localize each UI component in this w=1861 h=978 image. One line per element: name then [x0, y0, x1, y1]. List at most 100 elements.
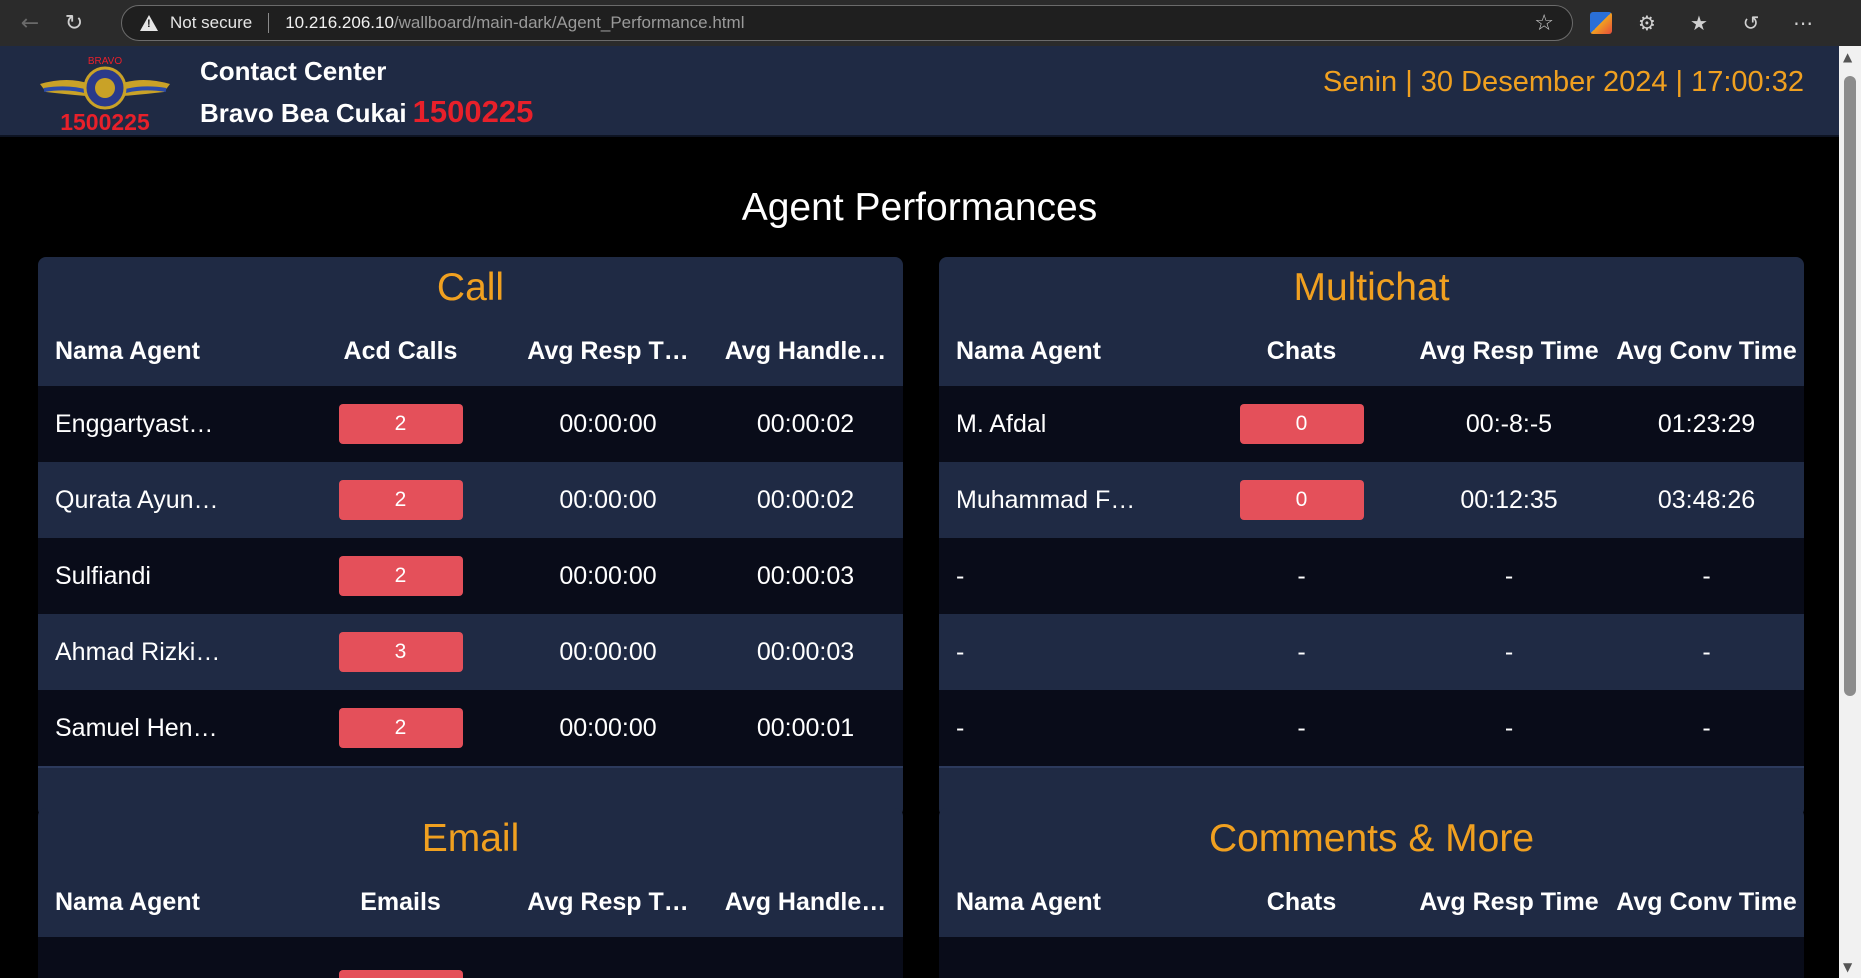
- column-header: Emails: [360, 888, 441, 916]
- wallboard-header: BRAVO 1500225 Contact Center Bravo Bea C…: [0, 46, 1839, 137]
- security-label[interactable]: Not secure: [170, 13, 252, 33]
- comments-table-header: Nama Agent Chats Avg Resp Time Avg Conv …: [939, 868, 1804, 937]
- more-menu-icon[interactable]: ⋯: [1786, 6, 1820, 40]
- column-header: Avg Resp Time: [1419, 337, 1599, 365]
- table-row: Ahmad Rizki… 3 00:00:00 00:00:03: [38, 614, 903, 690]
- column-header: Chats: [1266, 888, 1337, 916]
- avg-handle-time: 00:00:01: [756, 713, 855, 742]
- agent-name: -: [956, 637, 965, 666]
- table-row: Samuel Hen… 2 00:00:00 00:00:01: [38, 690, 903, 766]
- count-badge: 0: [1239, 404, 1364, 444]
- avg-resp-time: 00:00:00: [559, 485, 657, 514]
- column-header: Avg Handle…: [724, 337, 887, 365]
- page-scrollbar[interactable]: ▲ ▼: [1839, 46, 1861, 978]
- avg-conv-time: 01:23:29: [1657, 409, 1756, 438]
- favorite-star-icon[interactable]: ☆: [1534, 11, 1554, 36]
- avg-handle-time: 00:00:03: [756, 637, 855, 666]
- comments-panel-title: Comments & More: [1208, 817, 1535, 860]
- email-panel-title: Email: [421, 817, 520, 860]
- agent-name: Enggartyast…: [55, 409, 214, 438]
- avg-handle-time: 00:00:02: [756, 485, 855, 514]
- browser-toolbar: ← ↻ Not secure 10.216.206.10/wallboard/m…: [0, 0, 1861, 46]
- agent-name: Samuel Hen…: [55, 713, 218, 742]
- history-icon[interactable]: ↺: [1734, 6, 1768, 40]
- column-header: Avg Resp T…: [527, 337, 689, 365]
- call-panel: Call Nama Agent Acd Calls Avg Resp T… Av…: [38, 257, 903, 817]
- avg-handle-time: 00:00:02: [756, 409, 855, 438]
- column-header: Avg Resp T…: [527, 888, 689, 916]
- scroll-up-icon[interactable]: ▲: [1843, 50, 1852, 64]
- chat-count: -: [1297, 561, 1306, 590]
- chat-count: -: [1297, 637, 1306, 666]
- bravo-logo: BRAVO 1500225: [40, 56, 170, 132]
- chat-count: -: [1297, 713, 1306, 742]
- table-row: Qurata Ayun… 2 00:00:00 00:00:02: [38, 462, 903, 538]
- panel-divider: [939, 766, 1804, 768]
- avg-resp-time: -: [1504, 561, 1514, 590]
- brand-line2: Bravo Bea Cukai 1500225: [200, 94, 533, 130]
- warning-icon[interactable]: [140, 15, 158, 31]
- scroll-thumb[interactable]: [1844, 76, 1856, 696]
- scroll-down-icon[interactable]: ▼: [1843, 960, 1852, 974]
- brand-line1: Contact Center: [200, 56, 387, 86]
- favorites-icon[interactable]: ★: [1682, 6, 1716, 40]
- email-panel: Email Nama Agent Emails Avg Resp T… Avg …: [38, 808, 903, 978]
- url-host: 10.216.206.10: [285, 13, 394, 32]
- avg-resp-time: 00:00:00: [559, 713, 657, 742]
- count-badge: [338, 970, 463, 978]
- table-row: Sulfiandi 2 00:00:00 00:00:03: [38, 538, 903, 614]
- back-arrow-icon[interactable]: ←: [10, 3, 50, 43]
- agent-name: Muhammad F…: [956, 485, 1136, 514]
- toolbar-icons: ⚙ ★ ↺ ⋯: [1590, 6, 1820, 40]
- column-header: Avg Conv Time: [1616, 337, 1797, 365]
- email-table-header: Nama Agent Emails Avg Resp T… Avg Handle…: [38, 868, 903, 937]
- avg-resp-time: -: [1504, 713, 1514, 742]
- avg-resp-time: -: [1504, 637, 1514, 666]
- count-badge: 2: [338, 556, 463, 596]
- avg-conv-time: -: [1702, 637, 1711, 666]
- column-header: Avg Resp Time: [1419, 888, 1599, 916]
- svg-text:BRAVO: BRAVO: [88, 56, 122, 67]
- address-bar[interactable]: Not secure 10.216.206.10/wallboard/main-…: [121, 5, 1573, 41]
- agent-name: Qurata Ayun…: [55, 485, 219, 514]
- table-row: - - - -: [939, 538, 1804, 614]
- table-row: [939, 937, 1804, 978]
- avg-handle-time: 00:00:03: [756, 561, 855, 590]
- multichat-panel: Multichat Nama Agent Chats Avg Resp Time…: [939, 257, 1804, 817]
- datetime-display: Senin | 30 Desember 2024 | 17:00:32: [1322, 66, 1804, 98]
- table-row: - - - -: [939, 614, 1804, 690]
- table-row: - - - -: [939, 690, 1804, 766]
- extensions-puzzle-icon[interactable]: ⚙: [1630, 6, 1664, 40]
- count-badge: 3: [338, 632, 463, 672]
- table-row: [38, 937, 903, 978]
- avg-conv-time: -: [1702, 561, 1711, 590]
- call-table-header: Nama Agent Acd Calls Avg Resp T… Avg Han…: [38, 317, 903, 386]
- avg-conv-time: 03:48:26: [1657, 485, 1756, 514]
- address-divider: [268, 13, 270, 33]
- avg-resp-time: 00:00:00: [559, 637, 657, 666]
- count-badge: 2: [338, 708, 463, 748]
- wallboard-page: BRAVO 1500225 Contact Center Bravo Bea C…: [0, 46, 1839, 978]
- brand-number: 1500225: [412, 94, 534, 129]
- column-header: Nama Agent: [55, 888, 200, 916]
- call-panel-title: Call: [436, 266, 505, 309]
- brand-name: Bravo Bea Cukai: [200, 98, 407, 128]
- column-header: Acd Calls: [343, 337, 458, 365]
- comments-panel: Comments & More Nama Agent Chats Avg Res…: [939, 808, 1804, 978]
- count-badge: 2: [338, 404, 463, 444]
- column-header: Nama Agent: [55, 337, 200, 365]
- column-header: Nama Agent: [956, 888, 1101, 916]
- count-badge: 2: [338, 480, 463, 520]
- reload-icon[interactable]: ↻: [54, 3, 94, 43]
- avg-resp-time: 00:00:00: [559, 409, 657, 438]
- column-header: Avg Conv Time: [1616, 888, 1797, 916]
- extension-image-icon[interactable]: [1590, 12, 1612, 34]
- column-header: Nama Agent: [956, 337, 1101, 365]
- url-path: /wallboard/main-dark/Agent_Performance.h…: [393, 13, 745, 32]
- column-header: Avg Handle…: [724, 888, 887, 916]
- agent-name: Sulfiandi: [55, 561, 151, 590]
- page-title: Agent Performances: [741, 186, 1098, 229]
- agent-name: -: [956, 713, 965, 742]
- agent-name: -: [956, 561, 965, 590]
- agent-name: M. Afdal: [956, 409, 1047, 438]
